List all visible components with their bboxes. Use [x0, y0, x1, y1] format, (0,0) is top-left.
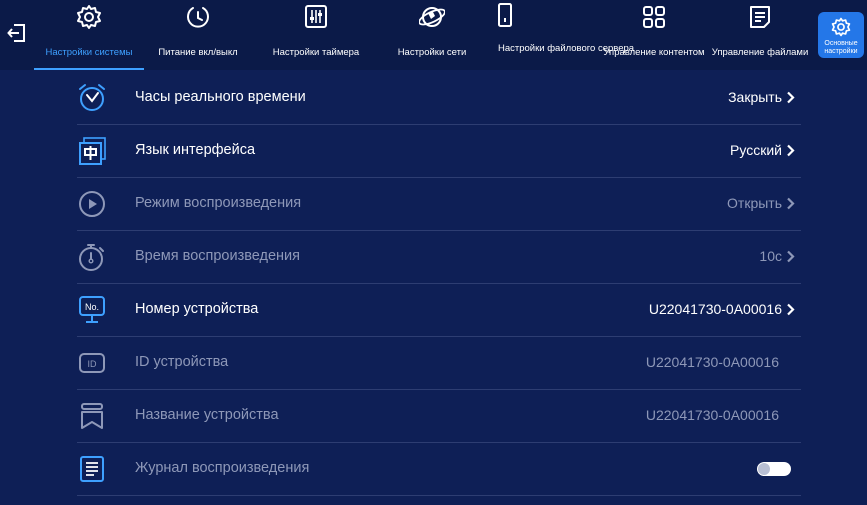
play-circle-icon — [79, 191, 105, 217]
top-tab-bar: Настройки системы Питание вкл/выкл Настр… — [0, 0, 867, 70]
timer-sliders-icon — [305, 5, 327, 28]
chevron-right-icon — [787, 303, 795, 315]
setting-value-text: Закрыть — [728, 89, 782, 105]
log-icon — [80, 456, 104, 482]
setting-value[interactable]: 10с — [759, 248, 795, 264]
setting-value-text: Русский — [730, 142, 782, 158]
setting-row-play-mode[interactable]: Режим воспроизведения Открыть — [77, 178, 801, 231]
setting-row-language[interactable]: Язык интерфейса Русский — [77, 125, 801, 178]
basic-settings-label: Основные настройки — [824, 40, 858, 55]
setting-title: Часы реального времени — [135, 89, 306, 105]
setting-value: U22041730-0A00016 — [645, 354, 779, 370]
active-tab-underline — [34, 68, 144, 70]
setting-row-play-log[interactable]: Журнал воспроизведения — [77, 443, 801, 496]
tab-label: Управление контентом — [603, 47, 705, 58]
gear-icon — [831, 17, 851, 37]
bookmark-icon — [81, 403, 103, 429]
tab-label: Настройки системы — [45, 47, 133, 58]
tab-label: Настройки сети — [397, 47, 467, 58]
stopwatch-icon — [79, 244, 104, 271]
chevron-right-icon — [787, 91, 795, 103]
chevron-right-icon — [787, 197, 795, 209]
setting-value[interactable]: U22041730-0A00016 — [649, 301, 795, 317]
globe-icon — [419, 7, 445, 27]
exit-icon[interactable] — [6, 22, 28, 44]
chevron-right-icon — [787, 250, 795, 262]
setting-row-device-number[interactable]: No. Номер устройства U22041730-0A00016 — [77, 284, 801, 337]
tab-timer-settings[interactable]: Настройки таймера — [264, 0, 368, 70]
setting-row-play-time[interactable]: Время воспроизведения 10с — [77, 231, 801, 284]
svg-text:ID: ID — [88, 359, 98, 369]
setting-title: Режим воспроизведения — [135, 195, 302, 211]
setting-value-text: Открыть — [727, 195, 782, 211]
toggle-knob — [758, 463, 770, 475]
setting-value: U22041730-0A00016 — [645, 407, 779, 423]
play-log-toggle[interactable] — [757, 462, 791, 476]
setting-value[interactable]: Закрыть — [728, 89, 795, 105]
tab-content-management[interactable]: Управление контентом — [602, 0, 706, 70]
setting-title: Язык интерфейса — [135, 142, 256, 158]
svg-text:No.: No. — [85, 302, 99, 312]
language-icon — [79, 137, 106, 165]
tab-network-settings[interactable]: Настройки сети — [386, 0, 478, 70]
gear-icon — [77, 5, 101, 29]
tab-label: Питание вкл/выкл — [158, 47, 238, 58]
tab-label: Настройки таймера — [272, 47, 360, 58]
basic-settings-button[interactable]: Основные настройки — [818, 12, 864, 58]
setting-row-device-name: Название устройства U22041730-0A00016 — [77, 390, 801, 443]
chevron-right-icon — [787, 144, 795, 156]
id-icon: ID — [79, 353, 105, 373]
setting-value-text: U22041730-0A00016 — [648, 301, 782, 317]
phone-icon — [498, 3, 512, 27]
setting-value-text: 10с — [759, 248, 782, 264]
setting-title: Журнал воспроизведения — [135, 460, 310, 476]
tab-label: Настройки файлового сервера — [498, 43, 635, 54]
tab-label: Управление файлами — [711, 47, 809, 58]
file-list-icon — [750, 6, 770, 28]
setting-row-device-id: ID ID устройства U22041730-0A00016 — [77, 337, 801, 390]
setting-row-rtc[interactable]: Часы реального времени Закрыть — [77, 72, 801, 125]
tab-file-management[interactable]: Управление файлами — [710, 0, 810, 70]
tab-power[interactable]: Питание вкл/выкл — [148, 0, 248, 70]
tab-system-settings[interactable]: Настройки системы — [34, 0, 144, 70]
settings-screen: Настройки системы Питание вкл/выкл Настр… — [0, 0, 867, 505]
setting-title: Время воспроизведения — [135, 248, 301, 264]
power-clock-icon — [187, 7, 209, 28]
alarm-clock-icon — [79, 84, 105, 111]
device-number-icon: No. — [79, 296, 105, 323]
setting-title: ID устройства — [135, 354, 229, 370]
setting-title: Номер устройства — [135, 301, 259, 317]
setting-value[interactable]: Русский — [730, 142, 795, 158]
setting-value[interactable]: Открыть — [727, 195, 795, 211]
setting-title: Название устройства — [135, 407, 279, 423]
grid-icon — [643, 6, 665, 28]
tab-file-server-settings[interactable]: Настройки файлового сервера — [494, 0, 635, 70]
